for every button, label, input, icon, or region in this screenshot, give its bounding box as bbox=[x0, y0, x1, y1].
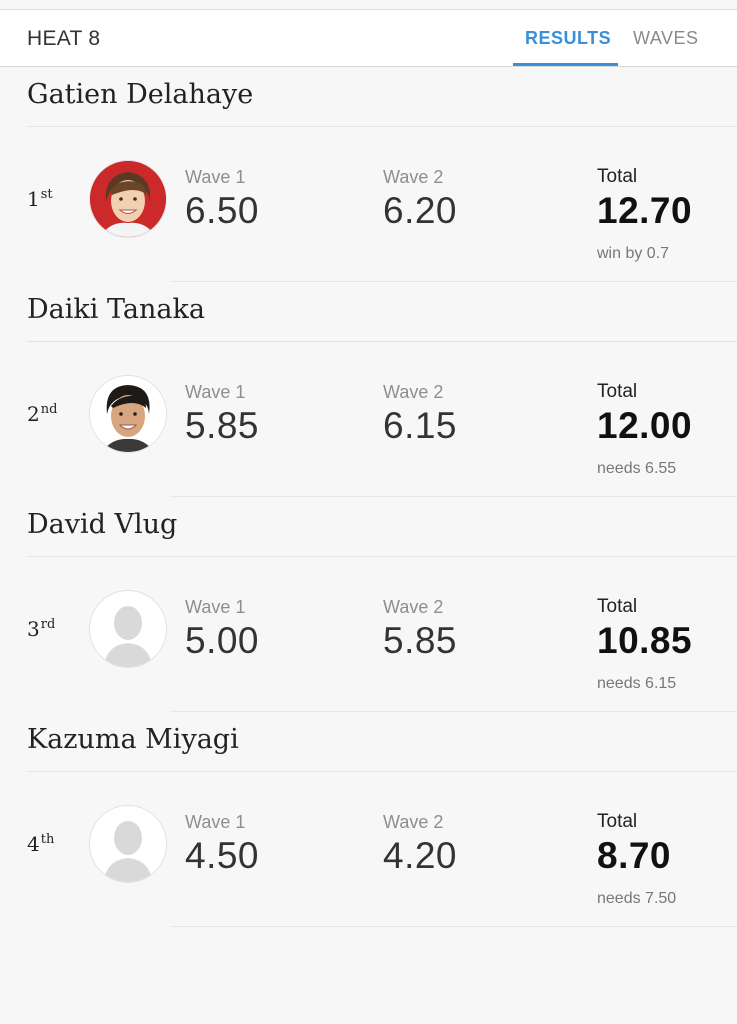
avatar bbox=[90, 161, 166, 237]
rank: 4th bbox=[27, 832, 55, 856]
avatar bbox=[90, 376, 166, 452]
total-score: 10.85 bbox=[597, 620, 693, 661]
athlete-card[interactable]: Kazuma Miyagi 4th Wave 1 4.50 Wave 2 4.2… bbox=[0, 712, 737, 927]
app-header: HEAT 8 RESULTS WAVES bbox=[0, 10, 737, 67]
top-edge bbox=[0, 0, 737, 10]
athlete-name: Gatien Delahaye bbox=[27, 79, 254, 110]
total-note: win by 0.7 bbox=[597, 245, 670, 262]
wave1-score: 6.50 bbox=[185, 190, 260, 231]
athlete-name: Kazuma Miyagi bbox=[27, 724, 239, 755]
wave1-label: Wave 1 bbox=[185, 167, 246, 187]
total-note: needs 6.15 bbox=[597, 675, 677, 692]
total-score: 12.70 bbox=[597, 190, 693, 231]
avatar bbox=[90, 806, 166, 882]
heat-title: HEAT 8 bbox=[27, 27, 101, 50]
rank: 3rd bbox=[27, 617, 56, 641]
wave1-label: Wave 1 bbox=[185, 812, 246, 832]
wave2-score: 6.15 bbox=[383, 405, 458, 446]
avatar bbox=[90, 591, 166, 667]
athlete-card[interactable]: David Vlug 3rd Wave 1 5.00 Wave 2 5.85 T… bbox=[0, 497, 737, 712]
athlete-name: Daiki Tanaka bbox=[27, 294, 205, 325]
divider bbox=[27, 771, 737, 772]
rank: 2nd bbox=[27, 402, 58, 426]
wave1-score: 5.00 bbox=[185, 620, 260, 661]
total-note: needs 7.50 bbox=[597, 890, 677, 907]
athlete-photo-icon bbox=[90, 376, 166, 452]
placeholder-avatar-icon bbox=[90, 591, 166, 667]
total-label: Total bbox=[597, 166, 638, 187]
rank: 1st bbox=[27, 187, 53, 211]
wave2-score: 4.20 bbox=[383, 835, 458, 876]
active-tab-indicator bbox=[513, 63, 618, 66]
wave2-score: 6.20 bbox=[383, 190, 458, 231]
wave2-score: 5.85 bbox=[383, 620, 458, 661]
wave1-label: Wave 1 bbox=[185, 597, 246, 617]
divider bbox=[27, 126, 737, 127]
wave1-label: Wave 1 bbox=[185, 382, 246, 402]
divider bbox=[27, 341, 737, 342]
wave1-score: 4.50 bbox=[185, 835, 260, 876]
athlete-card[interactable]: Daiki Tanaka 2nd Wave 1 5.85 Wave 2 6.15… bbox=[0, 282, 737, 497]
results-list: Gatien Delahaye 1st Wave 1 6.50 Wave 2 6… bbox=[0, 67, 737, 927]
placeholder-avatar-icon bbox=[90, 806, 166, 882]
athlete-name: David Vlug bbox=[27, 509, 178, 540]
total-score: 8.70 bbox=[597, 835, 672, 876]
tab-results[interactable]: RESULTS bbox=[525, 28, 611, 49]
divider bbox=[27, 556, 737, 557]
total-label: Total bbox=[597, 381, 638, 402]
athlete-card[interactable]: Gatien Delahaye 1st Wave 1 6.50 Wave 2 6… bbox=[0, 67, 737, 282]
wave2-label: Wave 2 bbox=[383, 812, 444, 832]
total-label: Total bbox=[597, 596, 638, 617]
total-score: 12.00 bbox=[597, 405, 693, 446]
divider bbox=[170, 926, 737, 927]
wave1-score: 5.85 bbox=[185, 405, 260, 446]
total-label: Total bbox=[597, 811, 638, 832]
wave2-label: Wave 2 bbox=[383, 382, 444, 402]
tab-waves[interactable]: WAVES bbox=[633, 28, 699, 49]
wave2-label: Wave 2 bbox=[383, 167, 444, 187]
wave2-label: Wave 2 bbox=[383, 597, 444, 617]
athlete-photo-icon bbox=[90, 161, 166, 237]
total-note: needs 6.55 bbox=[597, 460, 677, 477]
